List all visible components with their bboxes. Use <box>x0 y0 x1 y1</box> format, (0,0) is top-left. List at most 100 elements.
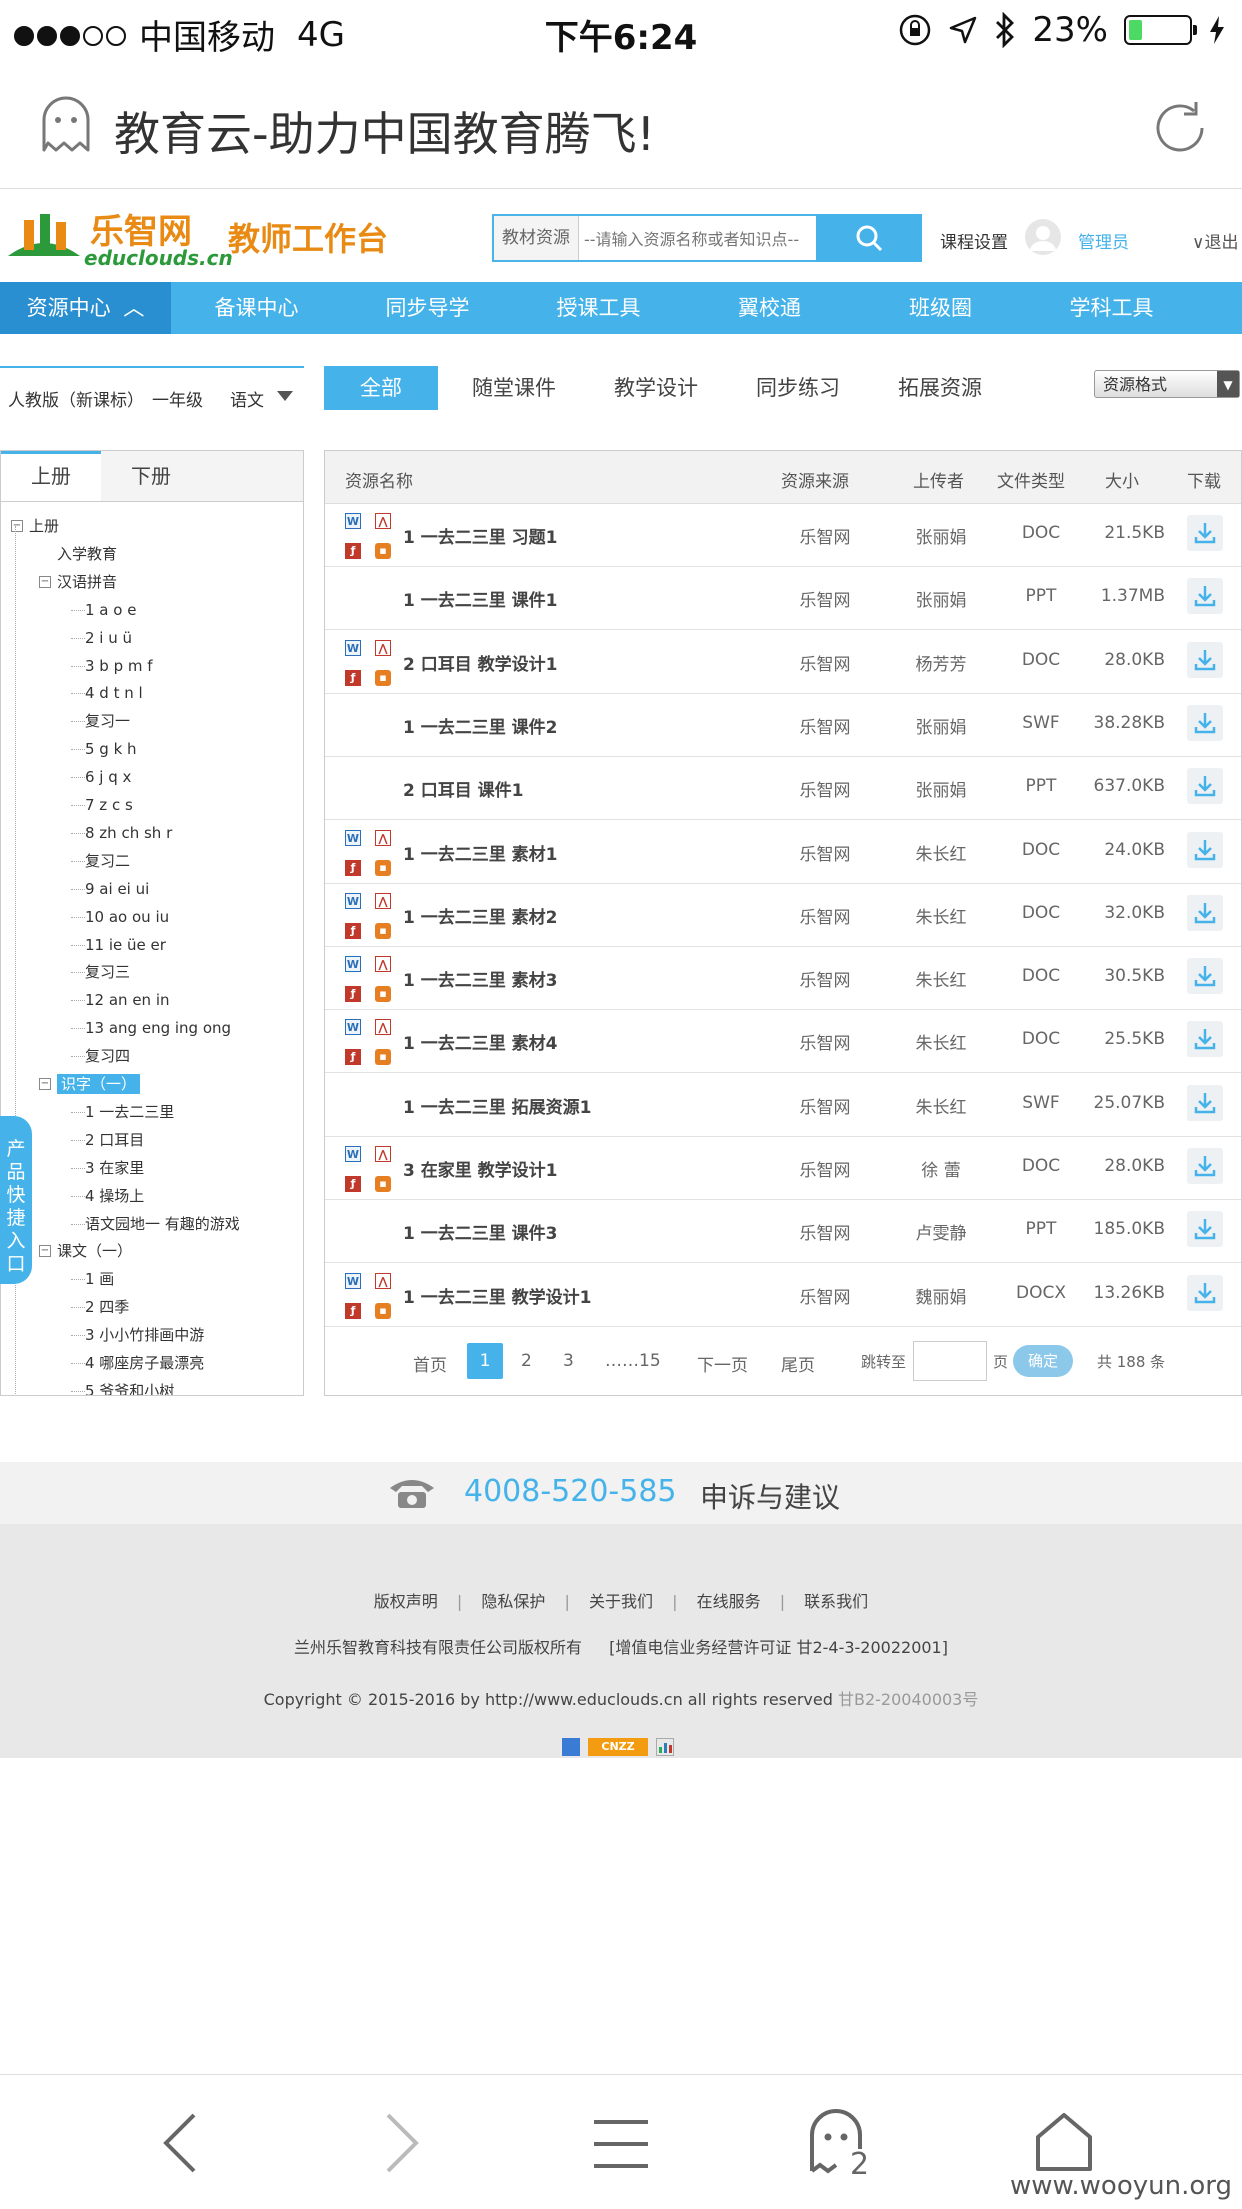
word-icon[interactable]: W <box>345 639 361 656</box>
pdf-icon[interactable]: ⋀ <box>375 1019 391 1036</box>
download-button[interactable] <box>1187 515 1223 551</box>
flash-icon[interactable]: ƒ <box>345 859 361 876</box>
resource-name[interactable]: 1 一去二三里 素材4 <box>403 1029 558 1054</box>
tree-node[interactable]: 10 ao ou iu <box>85 907 169 927</box>
book-selector[interactable]: 人教版（新课标） 一年级 语文 <box>0 366 304 422</box>
tab-class-courseware[interactable]: 随堂课件 <box>448 366 580 410</box>
nav-yixiaotong[interactable]: 翼校通 <box>684 282 855 334</box>
search-category[interactable]: 教材资源 <box>494 216 579 260</box>
tree-node[interactable]: 入学教育 <box>57 544 117 564</box>
tree-node[interactable]: 1 一去二三里 <box>85 1102 174 1122</box>
tree-node[interactable]: 8 zh ch sh r <box>85 823 172 843</box>
tree-node[interactable]: 4 哪座房子最漂亮 <box>85 1353 204 1373</box>
tree-node[interactable]: 4 d t n l <box>85 683 143 703</box>
quick-entry-tab[interactable]: 产品快捷入口 <box>0 1116 32 1284</box>
page-1[interactable]: 1 <box>467 1343 503 1379</box>
format-select[interactable]: 资源格式 ▼ <box>1094 370 1240 398</box>
table-row[interactable]: W ⋀ ƒ ▪ 2 口耳目 教学设计1 乐智网 杨芳芳 DOC 28.0KB <box>325 630 1241 694</box>
image-icon[interactable]: ▪ <box>375 922 391 939</box>
resource-name[interactable]: 1 一去二三里 课件1 <box>403 586 558 611</box>
tree-node[interactable]: 9 ai ei ui <box>85 879 149 899</box>
page-last[interactable]: 尾页 <box>781 1351 815 1376</box>
user-name[interactable]: 管理员 <box>1078 228 1129 253</box>
stat-icon[interactable] <box>562 1738 580 1756</box>
resource-name[interactable]: 1 一去二三里 课件3 <box>403 1219 558 1244</box>
page-last-number[interactable]: ……15 <box>605 1351 661 1371</box>
search-button[interactable] <box>816 214 922 262</box>
pdf-icon[interactable]: ⋀ <box>375 639 391 656</box>
collapse-toggle-icon[interactable]: − <box>39 575 51 588</box>
resource-name[interactable]: 1 一去二三里 素材1 <box>403 840 558 865</box>
image-icon[interactable]: ▪ <box>375 669 391 686</box>
resource-name[interactable]: 1 一去二三里 习题1 <box>403 523 558 548</box>
word-icon[interactable]: W <box>345 513 361 529</box>
tree-node[interactable]: 5 g k h <box>85 739 137 759</box>
tree-node[interactable]: 2 口耳目 <box>85 1130 144 1150</box>
tree-node[interactable]: 5 爷爷和小树 <box>85 1381 174 1395</box>
resource-name[interactable]: 1 一去二三里 素材2 <box>403 903 558 928</box>
collapse-toggle-icon[interactable]: − <box>39 1245 51 1258</box>
tree-node[interactable]: 上册 <box>29 516 59 536</box>
download-button[interactable] <box>1187 831 1223 868</box>
resource-name[interactable]: 1 一去二三里 素材3 <box>403 966 558 991</box>
word-icon[interactable]: W <box>345 1146 361 1162</box>
tree-node[interactable]: 复习三 <box>85 962 130 982</box>
pdf-icon[interactable]: ⋀ <box>375 1272 391 1289</box>
pdf-icon[interactable]: ⋀ <box>375 892 391 909</box>
word-icon[interactable]: W <box>345 1019 361 1036</box>
footer-link-contact[interactable]: 联系我们 <box>804 1592 868 1611</box>
table-row[interactable]: W ⋀ ƒ ▪ 1 一去二三里 习题1 乐智网 张丽娟 DOC 21.5KB <box>325 503 1241 567</box>
nav-sync-guide[interactable]: 同步导学 <box>342 282 513 334</box>
tab-extended-resources[interactable]: 拓展资源 <box>874 366 1006 410</box>
image-icon[interactable]: ▪ <box>375 859 391 876</box>
download-button[interactable] <box>1187 958 1223 995</box>
menu-icon[interactable] <box>592 2119 650 2169</box>
flash-icon[interactable]: ƒ <box>345 922 361 939</box>
table-row[interactable]: W ⋀ ƒ ▪ 1 一去二三里 素材4 乐智网 朱长红 DOC 25.5KB <box>325 1009 1241 1074</box>
download-button[interactable] <box>1187 1148 1223 1184</box>
table-row[interactable]: W ⋀ ƒ ▪ 1 一去二三里 素材1 乐智网 朱长红 DOC 24.0KB <box>325 820 1241 884</box>
feedback-link[interactable]: 申诉与建议 <box>700 1476 840 1516</box>
page-next[interactable]: 下一页 <box>697 1351 748 1376</box>
image-icon[interactable]: ▪ <box>375 986 391 1003</box>
collapse-toggle-icon[interactable]: − <box>11 520 23 532</box>
footer-link-about[interactable]: 关于我们 <box>589 1592 653 1611</box>
nav-class-circle[interactable]: 班级圈 <box>855 282 1026 334</box>
icp-number[interactable]: 甘B2-20040003号 <box>838 1690 978 1709</box>
tree-node[interactable]: 复习四 <box>85 1046 130 1066</box>
pdf-icon[interactable]: ⋀ <box>375 956 391 973</box>
tree-node[interactable]: 2 i u ü <box>85 628 132 648</box>
tab-volume-2[interactable]: 下册 <box>101 451 201 501</box>
download-button[interactable] <box>1187 768 1223 805</box>
flash-icon[interactable]: ƒ <box>345 669 361 686</box>
footer-link-privacy[interactable]: 隐私保护 <box>481 1592 545 1611</box>
footer-link-copyright[interactable]: 版权声明 <box>374 1592 438 1611</box>
tab-volume-1[interactable]: 上册 <box>1 451 101 501</box>
nav-teaching-tools[interactable]: 授课工具 <box>513 282 684 334</box>
table-row[interactable]: 2 口耳目 课件1 乐智网 张丽娟 PPT 637.0KB <box>325 756 1241 821</box>
tree-node[interactable]: 语文园地一 有趣的游戏 <box>85 1214 240 1234</box>
tab-teaching-design[interactable]: 教学设计 <box>590 366 722 410</box>
tree-node[interactable]: 7 z c s <box>85 795 133 815</box>
tree-node[interactable]: 6 j q x <box>85 767 131 787</box>
word-icon[interactable]: W <box>345 956 361 973</box>
image-icon[interactable]: ▪ <box>375 1049 391 1066</box>
page-first[interactable]: 首页 <box>413 1351 447 1376</box>
hotline-number[interactable]: 4008-520-585 <box>464 1474 677 1509</box>
resource-name[interactable]: 1 一去二三里 教学设计1 <box>403 1283 592 1308</box>
table-row[interactable]: W ⋀ ƒ ▪ 3 在家里 教学设计1 乐智网 徐 蕾 DOC 28.0KB <box>325 1136 1241 1200</box>
table-row[interactable]: W ⋀ ƒ ▪ 1 一去二三里 素材2 乐智网 朱长红 DOC 32.0KB <box>325 883 1241 947</box>
flash-icon[interactable]: ƒ <box>345 1176 361 1192</box>
tree-node[interactable]: 1 画 <box>85 1269 114 1289</box>
image-icon[interactable]: ▪ <box>375 1302 391 1319</box>
download-button[interactable] <box>1187 704 1223 741</box>
course-settings-link[interactable]: 课程设置 <box>940 228 1008 253</box>
pdf-icon[interactable]: ⋀ <box>375 513 391 529</box>
table-row[interactable]: 1 一去二三里 课件1 乐智网 张丽娟 PPT 1.37MB <box>325 566 1241 631</box>
search-input[interactable] <box>582 222 816 256</box>
back-icon[interactable] <box>160 2111 200 2175</box>
image-icon[interactable]: ▪ <box>375 1176 391 1192</box>
download-button[interactable] <box>1187 1084 1223 1121</box>
word-icon[interactable]: W <box>345 829 361 846</box>
tab-all[interactable]: 全部 <box>324 366 438 410</box>
